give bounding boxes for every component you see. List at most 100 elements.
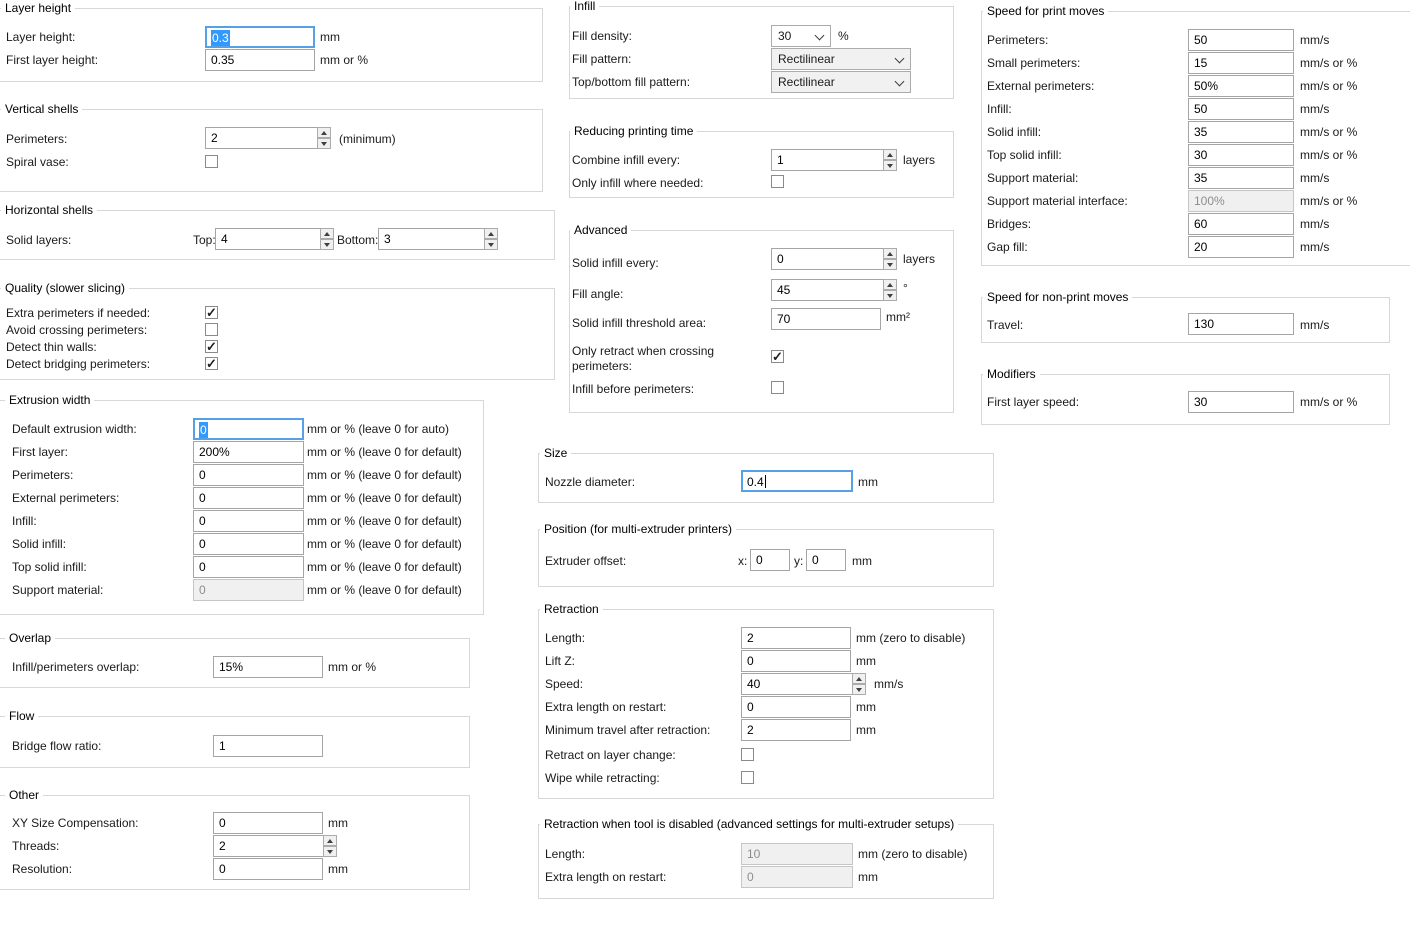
combine-infill-spinner[interactable]: [883, 149, 897, 171]
combine-infill-input[interactable]: [771, 149, 884, 171]
speed-top-solid-infill-unit: mm/s or %: [1300, 148, 1357, 162]
first-layer-ew-unit: mm or % (leave 0 for default): [307, 445, 462, 459]
extruder-offset-y-label: y:: [794, 554, 803, 568]
fill-pattern-dropdown[interactable]: Rectilinear: [771, 48, 911, 70]
resolution-input[interactable]: [213, 858, 323, 880]
extra-perimeters-checkbox[interactable]: [205, 306, 218, 319]
speed-small-perimeters-input[interactable]: [1188, 52, 1294, 74]
external-perimeters-ew-input[interactable]: [193, 487, 304, 509]
speed-support-material-input[interactable]: [1188, 167, 1294, 189]
minimum-travel-input[interactable]: [741, 719, 851, 741]
infill-before-perimeters-checkbox[interactable]: [771, 381, 784, 394]
bridge-flow-ratio-label: Bridge flow ratio:: [12, 739, 101, 753]
spin-up-button[interactable]: [883, 149, 897, 160]
first-layer-speed-input[interactable]: [1188, 391, 1294, 413]
threads-spinner[interactable]: [323, 835, 337, 857]
layer-height-input[interactable]: 0.3: [205, 26, 315, 48]
first-layer-ew-input[interactable]: [193, 441, 304, 463]
spin-down-button[interactable]: [484, 239, 498, 250]
perimeters-spinner[interactable]: [317, 127, 331, 149]
xy-size-compensation-input[interactable]: [213, 812, 323, 834]
speed-perimeters-input[interactable]: [1188, 29, 1294, 51]
only-infill-where-needed-checkbox[interactable]: [771, 175, 784, 188]
chevron-down-icon[interactable]: [895, 77, 905, 87]
only-retract-crossing-checkbox[interactable]: [771, 350, 784, 363]
fill-angle-input[interactable]: [771, 279, 884, 301]
combine-infill-unit: layers: [903, 153, 935, 167]
lift-z-unit: mm: [856, 654, 876, 668]
speed-travel-title: Speed for non-print moves: [983, 290, 1132, 304]
retraction-speed-input[interactable]: [741, 673, 853, 695]
solid-layers-bottom-input[interactable]: [378, 228, 485, 250]
spin-up-button[interactable]: [883, 279, 897, 290]
fill-angle-spinner[interactable]: [883, 279, 897, 301]
spiral-vase-checkbox[interactable]: [205, 155, 218, 168]
infill-perimeters-overlap-input[interactable]: [213, 656, 323, 678]
speed-top-solid-infill-input[interactable]: [1188, 144, 1294, 166]
solid-infill-ew-label: Solid infill:: [12, 537, 66, 551]
layer-height-title: Layer height: [1, 1, 75, 15]
speed-external-perimeters-input[interactable]: [1188, 75, 1294, 97]
spin-down-button[interactable]: [317, 138, 331, 149]
spin-up-button[interactable]: [317, 127, 331, 138]
retract-layer-change-checkbox[interactable]: [741, 748, 754, 761]
extra-length-restart-input[interactable]: [741, 696, 851, 718]
infill-ew-input[interactable]: [193, 510, 304, 532]
threads-input[interactable]: [213, 835, 324, 857]
chevron-down-icon[interactable]: [895, 54, 905, 64]
perimeters-ew-input[interactable]: [193, 464, 304, 486]
spin-down-button[interactable]: [320, 239, 334, 250]
speed-solid-infill-input[interactable]: [1188, 121, 1294, 143]
spin-up-button[interactable]: [484, 228, 498, 239]
solid-layers-bottom-spinner[interactable]: [484, 228, 498, 250]
retraction-length-input[interactable]: [741, 627, 851, 649]
nozzle-diameter-input[interactable]: 0.4: [741, 470, 853, 492]
spin-down-button[interactable]: [323, 846, 337, 857]
solid-infill-every-input[interactable]: [771, 248, 884, 270]
bridge-flow-ratio-input[interactable]: [213, 735, 323, 757]
speed-gap-fill-input[interactable]: [1188, 236, 1294, 258]
retraction-speed-spinner[interactable]: [852, 673, 866, 695]
lift-z-input[interactable]: [741, 650, 851, 672]
spin-up-button[interactable]: [852, 673, 866, 684]
spin-up-button[interactable]: [320, 228, 334, 239]
first-layer-height-input[interactable]: [205, 49, 315, 71]
spin-down-button[interactable]: [852, 684, 866, 695]
speed-infill-input[interactable]: [1188, 98, 1294, 120]
infill-perimeters-overlap-label: Infill/perimeters overlap:: [12, 660, 139, 674]
solid-infill-ew-input[interactable]: [193, 533, 304, 555]
extruder-offset-x-input[interactable]: [750, 549, 790, 571]
retraction-title: Retraction: [540, 602, 603, 616]
fill-angle-label: Fill angle:: [572, 287, 623, 301]
wipe-while-retracting-label: Wipe while retracting:: [545, 771, 660, 785]
speed-bridges-input[interactable]: [1188, 213, 1294, 235]
travel-unit: mm/s: [1300, 318, 1329, 332]
solid-layers-top-spinner[interactable]: [320, 228, 334, 250]
spin-up-button[interactable]: [883, 248, 897, 259]
detect-bridging-checkbox[interactable]: [205, 357, 218, 370]
first-layer-speed-unit: mm/s or %: [1300, 395, 1357, 409]
spin-down-button[interactable]: [883, 290, 897, 301]
solid-layers-top-input[interactable]: [215, 228, 321, 250]
top-solid-infill-ew-input[interactable]: [193, 556, 304, 578]
avoid-crossing-checkbox[interactable]: [205, 323, 218, 336]
lift-z-label: Lift Z:: [545, 654, 575, 668]
horizontal-shells-title: Horizontal shells: [1, 203, 97, 217]
spin-up-button[interactable]: [323, 835, 337, 846]
solid-infill-every-spinner[interactable]: [883, 248, 897, 270]
detect-thin-walls-checkbox[interactable]: [205, 340, 218, 353]
spin-down-button[interactable]: [883, 259, 897, 270]
perimeters-input[interactable]: [205, 127, 318, 149]
chevron-down-icon[interactable]: [815, 31, 825, 41]
default-extrusion-width-input[interactable]: 0: [193, 418, 304, 440]
quality-title: Quality (slower slicing): [1, 281, 129, 295]
fill-density-combobox[interactable]: 30: [771, 25, 831, 47]
top-bottom-fill-pattern-dropdown[interactable]: Rectilinear: [771, 71, 911, 93]
perimeters-label: Perimeters:: [6, 132, 67, 146]
extruder-offset-y-input[interactable]: [806, 549, 846, 571]
travel-input[interactable]: [1188, 313, 1294, 335]
wipe-while-retracting-checkbox[interactable]: [741, 771, 754, 784]
solid-layers-top-label: Top:: [193, 233, 216, 247]
spin-down-button[interactable]: [883, 160, 897, 171]
solid-infill-threshold-input[interactable]: [771, 308, 881, 330]
